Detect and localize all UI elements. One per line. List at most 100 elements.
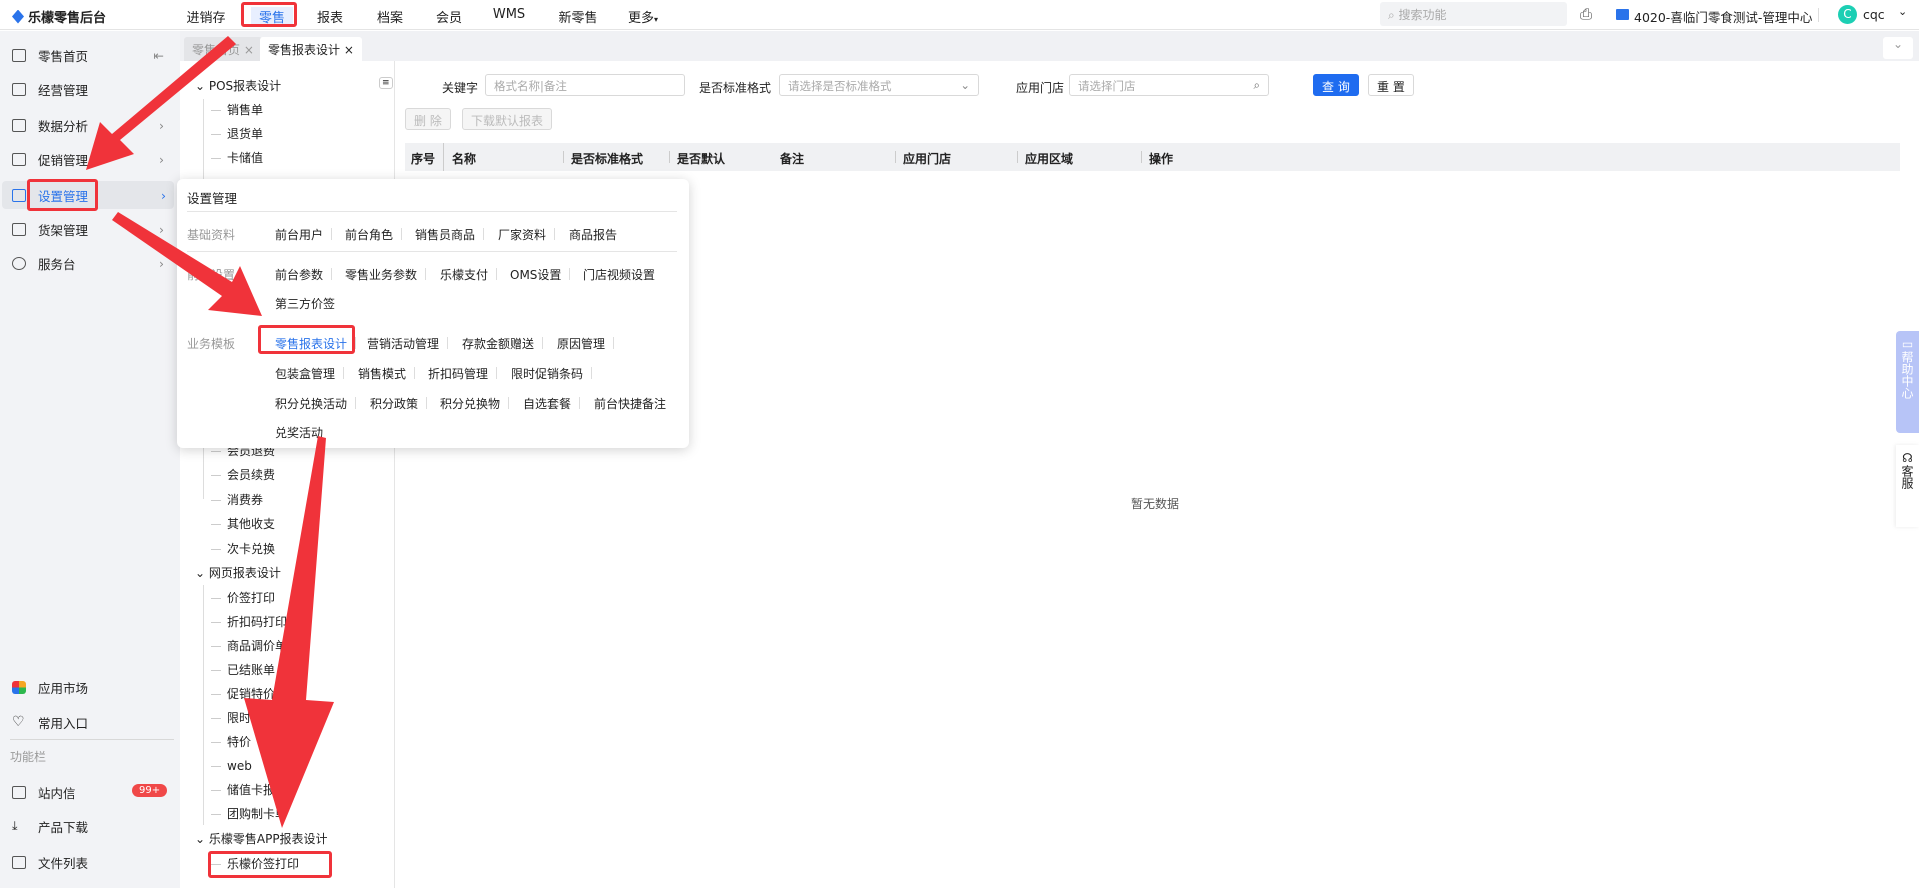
tree-group-pos[interactable]: ⌄ POS报表设计 bbox=[195, 74, 281, 98]
chevron-down-icon[interactable]: ⌄ bbox=[1898, 5, 1907, 18]
nav-jxc[interactable]: 进销存 bbox=[186, 7, 225, 26]
monitor-icon bbox=[12, 82, 26, 96]
menu-item[interactable]: 兑奖活动 bbox=[275, 424, 323, 441]
tree-item[interactable]: 限时促销 bbox=[210, 706, 275, 730]
chevron-down-icon: ⌄ bbox=[960, 78, 970, 92]
tree-item[interactable]: 退货单 bbox=[210, 122, 263, 146]
nav-archive[interactable]: 档案 bbox=[377, 7, 403, 26]
menu-item[interactable]: 销售员商品 bbox=[415, 226, 485, 243]
menu-item[interactable]: 厂家资料 bbox=[498, 226, 556, 243]
tree-item[interactable]: 特价 bbox=[210, 730, 251, 754]
customer-service-button[interactable]: ☊ 客服 bbox=[1896, 445, 1919, 527]
sidebar-item-service-desk[interactable]: 服务台 › bbox=[12, 249, 172, 277]
annotation-box bbox=[258, 325, 355, 354]
tree-item[interactable]: 商品调价单 bbox=[210, 634, 287, 658]
tree-item[interactable]: 团购制卡单 bbox=[210, 802, 287, 826]
menu-item[interactable]: OMS设置 bbox=[510, 266, 571, 283]
menu-item[interactable]: 商品报告 bbox=[569, 226, 617, 243]
query-button[interactable]: 查 询 bbox=[1313, 74, 1359, 96]
group-label: 前台设置 bbox=[187, 268, 236, 282]
menu-item[interactable]: 门店视频设置 bbox=[583, 266, 655, 283]
menu-item[interactable]: 积分兑换活动 bbox=[275, 395, 357, 412]
collapse-icon[interactable]: ⇤ bbox=[154, 48, 164, 63]
sidebar-favorites[interactable]: ♡ 常用入口 bbox=[12, 708, 172, 736]
delete-button[interactable]: 删 除 bbox=[405, 108, 451, 130]
menu-item[interactable]: 限时促销条码 bbox=[511, 365, 593, 382]
app-market-icon bbox=[12, 680, 26, 694]
tree-item[interactable]: 折扣码打印 bbox=[210, 610, 287, 634]
chat-icon: ▭ bbox=[1901, 337, 1914, 351]
menu-item[interactable]: 乐檬支付 bbox=[440, 266, 498, 283]
nav-member[interactable]: 会员 bbox=[436, 7, 462, 26]
chevron-right-icon: › bbox=[159, 151, 164, 167]
tree-item[interactable]: 其他收支 bbox=[210, 512, 275, 536]
printer-icon[interactable]: ⎙ bbox=[1580, 5, 1592, 23]
menu-item[interactable]: 零售业务参数 bbox=[345, 266, 427, 283]
menu-item[interactable]: 前台参数 bbox=[275, 266, 333, 283]
tree-group-web[interactable]: ⌄ 网页报表设计 bbox=[195, 561, 281, 585]
tab-retail-home[interactable]: 零售首页 × bbox=[184, 37, 262, 61]
app-logo[interactable]: 乐檬零售后台 bbox=[12, 7, 106, 26]
menu-item[interactable]: 折扣码管理 bbox=[428, 365, 498, 382]
tab-report-design[interactable]: 零售报表设计 × bbox=[260, 37, 362, 61]
function-search-input[interactable]: ⌕ 搜索功能 bbox=[1380, 2, 1567, 26]
tree-item[interactable]: 次卡兑换 bbox=[210, 537, 275, 561]
nav-reports[interactable]: 报表 bbox=[317, 7, 343, 26]
standard-format-select[interactable]: 请选择是否标准格式 ⌄ bbox=[779, 74, 979, 96]
tree-item[interactable]: 销售单 bbox=[210, 98, 263, 122]
tab-bar: 零售首页 × 零售报表设计 × ⌄ bbox=[180, 31, 1919, 61]
menu-item[interactable]: 销售模式 bbox=[358, 365, 416, 382]
nav-new-retail[interactable]: 新零售 bbox=[558, 7, 597, 26]
home-icon bbox=[12, 48, 26, 62]
menu-item[interactable]: 前台角色 bbox=[345, 226, 403, 243]
sidebar-file-list[interactable]: 文件列表 bbox=[12, 848, 172, 876]
tree-toggle-icon[interactable]: ≡ bbox=[379, 77, 393, 89]
tree-item[interactable]: 已结账单 bbox=[210, 658, 275, 682]
keyword-input[interactable]: 格式名称|备注 bbox=[485, 74, 685, 96]
tree-group-app[interactable]: ⌄ 乐檬零售APP报表设计 bbox=[195, 827, 328, 851]
caret-down-icon: ▾ bbox=[654, 15, 659, 24]
close-icon[interactable]: × bbox=[244, 43, 254, 57]
sidebar-label: 促销管理 bbox=[38, 152, 89, 168]
download-default-button[interactable]: 下载默认报表 bbox=[462, 108, 553, 130]
sidebar-item-shelf[interactable]: 货架管理 › bbox=[12, 215, 172, 243]
sidebar-messages[interactable]: 站内信 99+ bbox=[12, 778, 172, 806]
user-name[interactable]: cqc bbox=[1863, 7, 1885, 22]
menu-item[interactable]: 第三方价签 bbox=[275, 295, 335, 312]
current-store[interactable]: 4020-喜临门零食测试-管理中心 bbox=[1634, 7, 1812, 26]
menu-item[interactable]: 前台快捷备注 bbox=[594, 395, 666, 412]
menu-item[interactable]: 存款金额赠送 bbox=[462, 335, 544, 352]
close-icon[interactable]: × bbox=[344, 43, 354, 57]
sidebar-item-analysis[interactable]: 数据分析 › bbox=[12, 111, 172, 139]
store-picker[interactable]: 请选择门店 ⌕ bbox=[1069, 74, 1269, 96]
tree-item[interactable]: 会员续费 bbox=[210, 463, 275, 487]
divider bbox=[1818, 8, 1819, 22]
sidebar-downloads[interactable]: ⤓ 产品下载 bbox=[12, 812, 172, 840]
menu-item[interactable]: 自选套餐 bbox=[523, 395, 581, 412]
select-placeholder: 请选择是否标准格式 bbox=[788, 79, 892, 93]
tree-item[interactable]: 促销特价 bbox=[210, 682, 275, 706]
sidebar-app-market[interactable]: 应用市场 bbox=[12, 673, 172, 701]
menu-item[interactable]: 原因管理 bbox=[557, 335, 615, 352]
reset-button[interactable]: 重 置 bbox=[1368, 74, 1414, 96]
tree-item[interactable]: 卡储值 bbox=[210, 146, 263, 170]
settings-menu-popup: 设置管理 基础资料 前台用户 前台角色 销售员商品 厂家资料 商品报告 前台设置… bbox=[177, 179, 689, 448]
tree-item[interactable]: 消费券 bbox=[210, 488, 263, 512]
tree-item[interactable]: web bbox=[211, 754, 252, 778]
tree-item[interactable]: 储值卡报表 bbox=[210, 778, 287, 802]
menu-item[interactable]: 积分政策 bbox=[370, 395, 428, 412]
help-center-button[interactable]: ▭ 帮助中心 bbox=[1896, 331, 1919, 433]
sidebar-item-promotion[interactable]: 促销管理 › bbox=[12, 145, 172, 173]
menu-item[interactable]: 积分兑换物 bbox=[440, 395, 510, 412]
nav-more[interactable]: 更多▾ bbox=[628, 7, 658, 26]
tabs-dropdown-button[interactable]: ⌄ bbox=[1883, 37, 1913, 59]
menu-item[interactable]: 前台用户 bbox=[275, 226, 333, 243]
menu-item[interactable]: 营销活动管理 bbox=[367, 335, 449, 352]
avatar[interactable]: C bbox=[1838, 5, 1857, 24]
tree-item[interactable]: 价签打印 bbox=[210, 586, 275, 610]
sidebar-item-home[interactable]: 零售首页 ⇤ bbox=[12, 41, 172, 69]
keyword-label: 关键字 bbox=[442, 81, 479, 95]
sidebar-item-operations[interactable]: 经营管理 bbox=[12, 75, 172, 103]
menu-item[interactable]: 包装盒管理 bbox=[275, 365, 345, 382]
nav-wms[interactable]: WMS bbox=[493, 7, 525, 22]
